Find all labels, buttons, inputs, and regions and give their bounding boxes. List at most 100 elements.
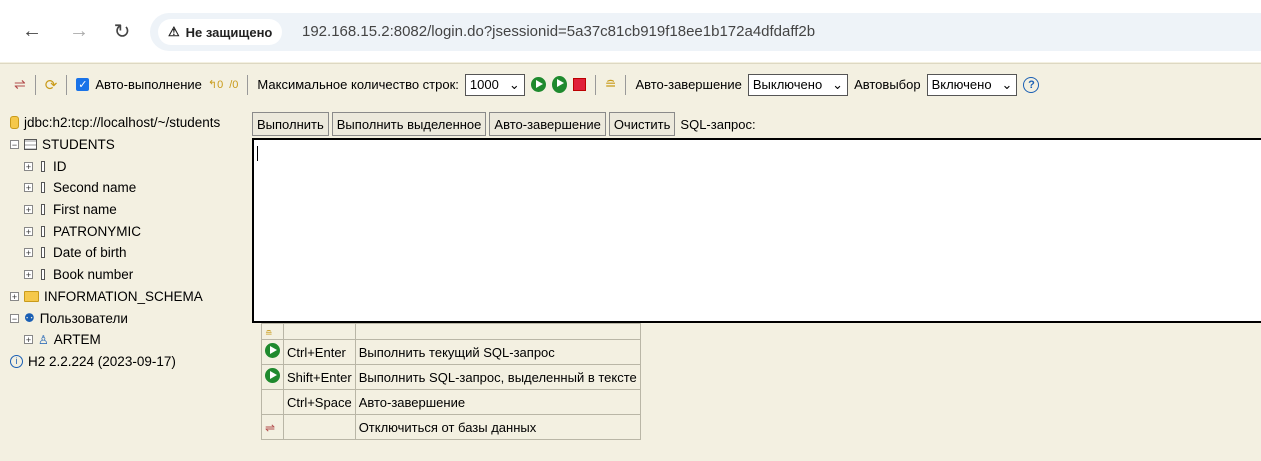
tree-table-students[interactable]: − STUDENTS [10, 134, 250, 156]
run-icon [265, 343, 280, 358]
toolbar: ⇌ ⟳ ✓ Авто-выполнение ↰0 /0 Максимальное… [0, 63, 1261, 105]
max-rows-select[interactable]: 1000 ⌄ [464, 73, 525, 96]
sql-query-label: SQL-запрос: [680, 116, 756, 132]
tree-column[interactable]: + Date of birth [10, 242, 250, 264]
history-icon[interactable]: ≘ [605, 76, 617, 93]
arrow-left-icon: ← [22, 19, 42, 42]
forward-button[interactable]: → [67, 19, 91, 43]
tree-column[interactable]: + Book number [10, 264, 250, 286]
expand-icon[interactable]: + [24, 205, 33, 215]
history-icon: ≘ [265, 328, 273, 338]
autocomplete-label: Авто-завершение [635, 77, 742, 92]
table-cell [283, 323, 356, 340]
table-row: Ctrl+Space Авто-завершение [261, 389, 641, 415]
expand-icon[interactable]: + [24, 335, 33, 345]
expand-icon[interactable]: + [24, 270, 33, 280]
run-selected-icon [265, 368, 280, 383]
tree-user[interactable]: + ♙ ARTEM [10, 329, 250, 351]
stop-icon[interactable] [572, 78, 586, 91]
autocommit-on-icon[interactable]: ↰0 [208, 78, 223, 91]
url-text[interactable]: 192.168.15.2:8082/login.do?jsessionid=5a… [302, 23, 815, 40]
column-icon [41, 269, 45, 281]
tree-column[interactable]: + ID [10, 155, 250, 177]
autocomplete-button[interactable]: Авто-завершение [489, 112, 606, 136]
expand-icon[interactable]: + [24, 248, 33, 258]
schema-label: INFORMATION_SCHEMA [44, 288, 203, 304]
browser-bar: ← → ↻ ⚠ Не защищено 192.168.15.2:8082/lo… [0, 0, 1261, 62]
column-label: First name [53, 202, 117, 218]
autocomplete-value: Выключено [752, 77, 823, 92]
expand-icon[interactable]: + [24, 226, 33, 236]
clear-button[interactable]: Очистить [608, 112, 676, 136]
run-selected-button[interactable]: Выполнить выделенное [331, 112, 487, 136]
expand-icon[interactable]: + [24, 161, 33, 171]
toolbar-separator [66, 74, 68, 95]
schema-tree: jdbc:h2:tcp://localhost/~/students − STU… [10, 112, 250, 372]
shortcut-key: Shift+Enter [283, 364, 356, 390]
shortcut-desc: Авто-завершение [354, 389, 641, 415]
shortcut-desc: Выполнить SQL-запрос, выделенный в текст… [354, 364, 641, 390]
back-button[interactable]: ← [20, 19, 44, 43]
database-icon [10, 116, 19, 130]
address-bar[interactable]: ⚠ Не защищено 192.168.15.2:8082/login.do… [150, 13, 1261, 51]
tree-schema[interactable]: + INFORMATION_SCHEMA [10, 286, 250, 308]
autoselect-select[interactable]: Включено ⌄ [926, 73, 1018, 96]
version-label: H2 2.2.224 (2023-09-17) [28, 353, 176, 369]
table-cell [261, 389, 284, 415]
table-row: ⇌ Отключиться от базы данных [261, 414, 641, 440]
users-label: Пользователи [39, 310, 128, 326]
tree-users[interactable]: − ⚉ Пользователи [10, 307, 250, 329]
user-icon: ♙ [38, 332, 49, 347]
column-icon [41, 225, 45, 237]
table-cell [261, 364, 284, 390]
collapse-icon[interactable]: − [10, 313, 19, 323]
column-label: Book number [53, 267, 134, 283]
table-cell: ≘ [261, 323, 284, 340]
run-button[interactable]: Выполнить [252, 112, 329, 136]
shortcut-key: Ctrl+Space [283, 389, 356, 415]
shortcut-desc: Отключиться от базы данных [354, 414, 641, 440]
help-glyph: ? [1028, 78, 1035, 91]
column-icon [41, 204, 45, 216]
run-selected-icon[interactable] [551, 76, 567, 93]
connection-label: jdbc:h2:tcp://localhost/~/students [24, 115, 221, 131]
autocomplete-select[interactable]: Выключено ⌄ [747, 73, 849, 96]
column-icon [41, 160, 45, 172]
table-row: ≘ [261, 323, 641, 340]
warning-icon: ⚠ [168, 24, 180, 39]
column-label: Date of birth [53, 245, 127, 261]
sql-editor[interactable] [252, 138, 1261, 323]
autoexec-label: Авто-выполнение [95, 77, 202, 92]
run-icon[interactable] [530, 77, 546, 92]
tree-column[interactable]: + PATRONYMIC [10, 220, 250, 242]
help-icon[interactable]: ? [1023, 76, 1040, 93]
reload-button[interactable]: ↻ [110, 19, 134, 43]
reload-icon: ↻ [113, 20, 131, 43]
disconnect-icon[interactable]: ⇌ [14, 76, 26, 93]
expand-icon[interactable]: + [10, 291, 19, 301]
table-row: Shift+Enter Выполнить SQL-запрос, выделе… [261, 364, 641, 390]
users-icon: ⚉ [24, 311, 35, 326]
text-caret [257, 146, 258, 161]
tree-column[interactable]: + Second name [10, 177, 250, 199]
autoexec-checkbox[interactable]: ✓ [76, 78, 90, 91]
shortcut-key: Ctrl+Enter [283, 339, 356, 365]
column-icon [41, 182, 45, 194]
column-label: PATRONYMIC [53, 223, 142, 239]
collapse-icon[interactable]: − [10, 140, 19, 150]
table-label: STUDENTS [42, 137, 115, 153]
tree-column[interactable]: + First name [10, 199, 250, 221]
autocommit-off-icon[interactable]: /0 [229, 79, 238, 91]
query-button-row: Выполнить Выполнить выделенное Авто-заве… [252, 112, 756, 136]
tree-connection[interactable]: jdbc:h2:tcp://localhost/~/students [10, 112, 250, 134]
expand-icon[interactable]: + [24, 183, 33, 193]
autoselect-value: Включено [931, 77, 992, 92]
refresh-icon[interactable]: ⟳ [45, 76, 58, 94]
arrow-right-icon: → [69, 19, 89, 42]
table-icon [24, 139, 37, 151]
tree-version: i H2 2.2.224 (2023-09-17) [10, 351, 250, 373]
security-label: Не защищено [185, 24, 273, 40]
security-chip[interactable]: ⚠ Не защищено [158, 19, 283, 45]
toolbar-separator [625, 74, 627, 95]
column-label: ID [53, 158, 67, 174]
